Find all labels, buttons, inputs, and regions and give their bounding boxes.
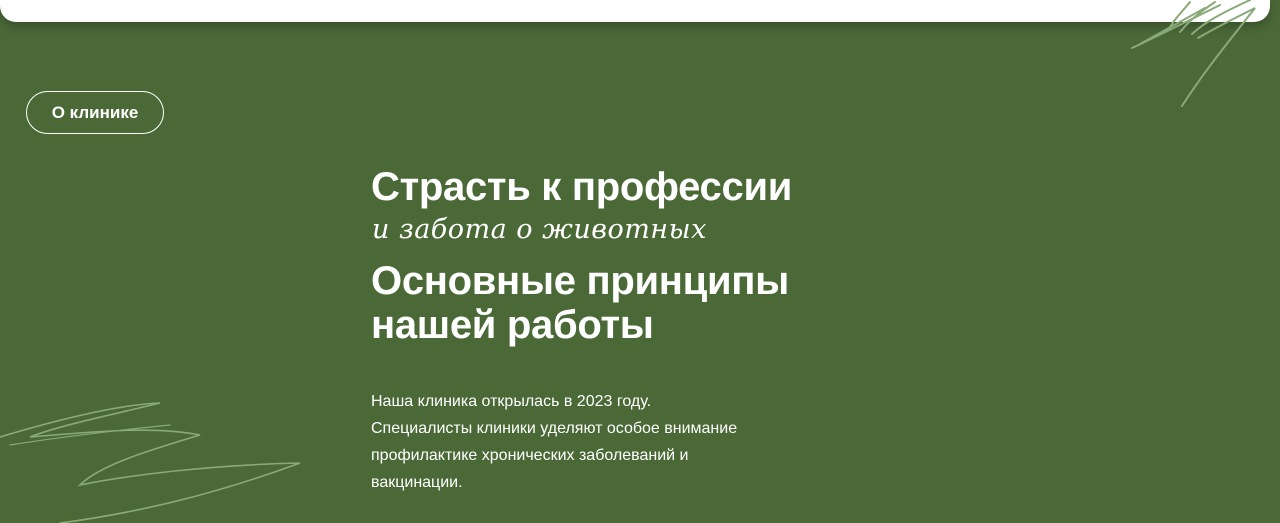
hero-title-line-1: Страсть к профессии (371, 165, 793, 209)
clinic-description: Наша клиника открылась в 2023 году. Спец… (371, 388, 791, 496)
hero-title-line-2: Основные принципы (371, 259, 789, 303)
description-line-2: Специалисты клиники уделяют особое внима… (371, 420, 738, 437)
description-line-3: профилактике хронических заболеваний и (371, 447, 689, 464)
description-line-4: вакцинации. (371, 474, 463, 491)
description-line-1: Наша клиника открылась в 2023 году. (371, 393, 652, 410)
hero-title-line-3: нашей работы (371, 303, 654, 347)
about-clinic-badge[interactable]: О клинике (26, 91, 164, 134)
hero-script-subtitle: и забота о животных (372, 214, 707, 245)
top-navigation-bar (0, 0, 1270, 22)
decorative-scribble-bottom (0, 402, 301, 523)
